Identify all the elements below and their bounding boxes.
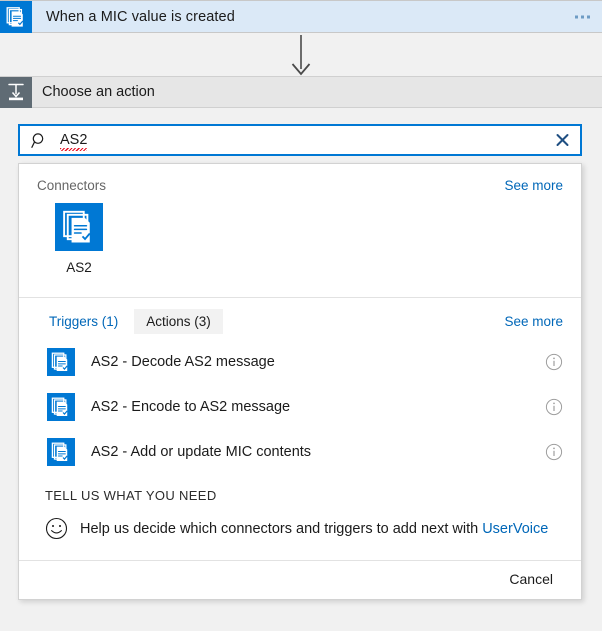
info-icon[interactable] (545, 398, 563, 416)
tell-us-section: TELL US WHAT YOU NEED Help us decide whi… (19, 474, 581, 540)
documents-stack-icon (0, 1, 32, 33)
connector-tile-list: AS2 (19, 193, 581, 275)
documents-stack-icon (55, 203, 103, 251)
trigger-title: When a MIC value is created (46, 9, 235, 25)
info-icon[interactable] (545, 353, 563, 371)
connectors-label: Connectors (37, 178, 106, 193)
search-results-panel: Connectors See more (18, 163, 582, 600)
insert-action-icon (0, 77, 32, 108)
choose-an-action-title: Choose an action (42, 84, 155, 100)
info-icon[interactable] (545, 443, 563, 461)
connector-tile-as2[interactable]: AS2 (47, 203, 111, 275)
panel-footer: Cancel (19, 559, 581, 599)
connectors-section: Connectors See more (19, 164, 581, 297)
tell-us-message: Help us decide which connectors and trig… (80, 521, 478, 537)
down-arrow-icon (283, 33, 319, 78)
tell-us-title: TELL US WHAT YOU NEED (45, 488, 563, 503)
documents-stack-icon (47, 348, 75, 376)
list-item-label: AS2 - Add or update MIC contents (91, 444, 545, 460)
search-icon (31, 132, 48, 149)
trigger-card[interactable]: When a MIC value is created (0, 0, 602, 33)
documents-stack-icon (47, 393, 75, 421)
list-item[interactable]: AS2 - Add or update MIC contents (19, 429, 581, 474)
documents-stack-icon (47, 438, 75, 466)
connectors-section-header: Connectors See more (19, 164, 581, 193)
smiley-face-icon (45, 517, 68, 540)
ellipsis-icon[interactable] (575, 15, 590, 18)
connector-tile-label: AS2 (66, 260, 92, 275)
uservoice-link[interactable]: UserVoice (482, 521, 548, 537)
connector-arrow-region (0, 33, 602, 78)
search-box[interactable]: AS2 (18, 124, 582, 156)
search-input[interactable]: AS2 (60, 132, 87, 148)
list-item[interactable]: AS2 - Encode to AS2 message (19, 384, 581, 429)
logic-app-designer-canvas: When a MIC value is created Choose an ac… (0, 0, 602, 631)
close-icon[interactable] (555, 133, 570, 148)
choose-an-action-bar[interactable]: Choose an action (0, 76, 602, 108)
tab-actions[interactable]: Actions (3) (134, 309, 223, 334)
results-tabs: Triggers (1) Actions (3) (37, 309, 223, 334)
results-see-more-link[interactable]: See more (504, 314, 563, 329)
tell-us-text: Help us decide which connectors and trig… (80, 521, 548, 537)
action-list: AS2 - Decode AS2 message (19, 334, 581, 474)
list-item-label: AS2 - Decode AS2 message (91, 354, 545, 370)
tell-us-row: Help us decide which connectors and trig… (45, 517, 563, 540)
connectors-see-more-link[interactable]: See more (504, 178, 563, 193)
cancel-button[interactable]: Cancel (503, 567, 559, 591)
tab-triggers[interactable]: Triggers (1) (37, 309, 130, 334)
list-item-label: AS2 - Encode to AS2 message (91, 399, 545, 415)
list-item[interactable]: AS2 - Decode AS2 message (19, 339, 581, 384)
results-tabs-row: Triggers (1) Actions (3) See more (19, 298, 581, 334)
